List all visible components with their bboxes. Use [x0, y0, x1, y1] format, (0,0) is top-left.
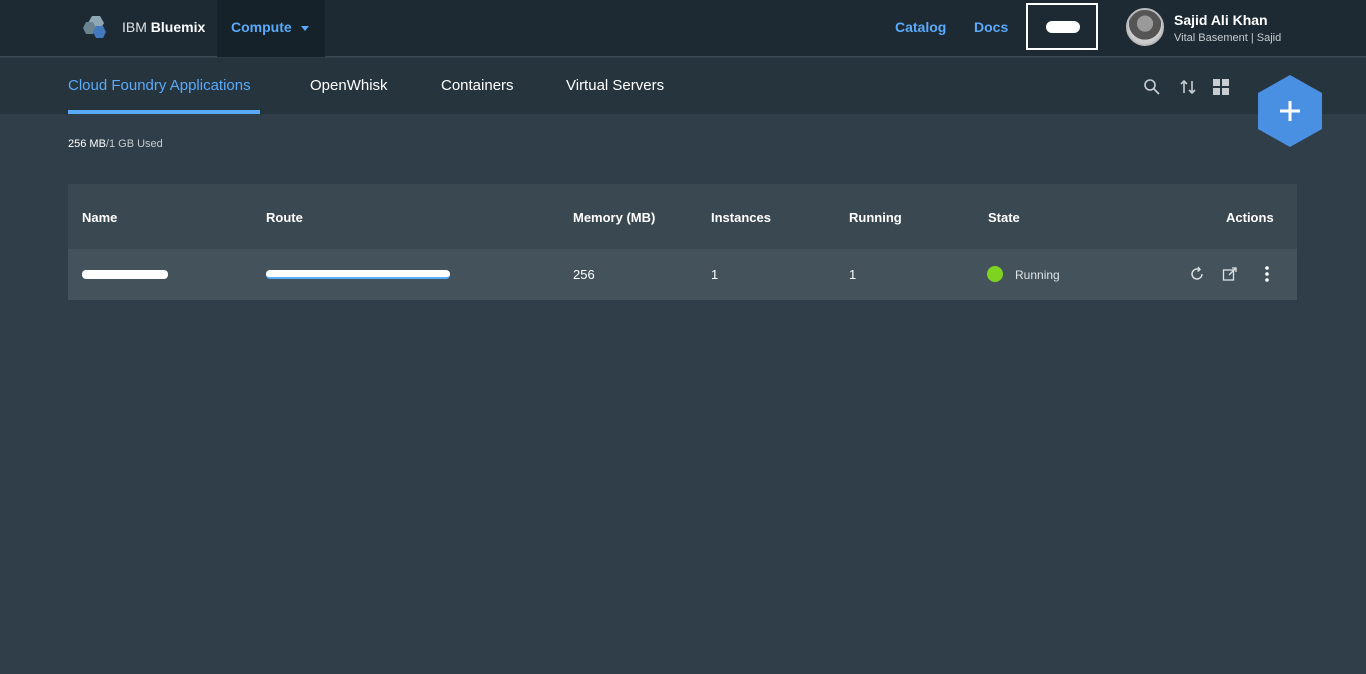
column-header-name[interactable]: Name	[82, 210, 117, 225]
compute-menu-button[interactable]: Compute	[217, 0, 325, 57]
app-state: Running	[1015, 268, 1060, 282]
compute-label: Compute	[231, 19, 292, 35]
app-memory: 256	[573, 267, 595, 282]
column-header-route[interactable]: Route	[266, 210, 303, 225]
create-app-button[interactable]	[1258, 75, 1322, 147]
brand-prefix: IBM	[122, 19, 147, 35]
top-navigation-bar: IBM Bluemix Compute Catalog Docs Sajid A…	[0, 0, 1366, 57]
table-row[interactable]: 256 1 1 Running	[68, 249, 1297, 300]
status-indicator	[987, 266, 1003, 282]
user-name[interactable]: Sajid Ali Khan	[1174, 12, 1268, 28]
open-external-icon[interactable]	[1222, 265, 1238, 283]
redacted-region-label	[1046, 21, 1080, 33]
memory-usage: 256 MB/1 GB Used	[68, 138, 163, 150]
search-icon[interactable]	[1143, 78, 1161, 96]
memory-used: 256 MB	[68, 138, 106, 150]
user-org[interactable]: Vital Basement | Sajid	[1174, 32, 1281, 44]
column-header-memory[interactable]: Memory (MB)	[573, 210, 655, 225]
apps-table: Name Route Memory (MB) Instances Running…	[68, 184, 1297, 300]
tab-openwhisk[interactable]: OpenWhisk	[310, 77, 388, 94]
column-header-instances[interactable]: Instances	[711, 210, 771, 225]
app-running: 1	[849, 267, 857, 282]
table-header: Name Route Memory (MB) Instances Running…	[68, 184, 1297, 249]
grid-view-icon[interactable]	[1212, 78, 1230, 96]
tab-cloud-foundry-applications[interactable]: Cloud Foundry Applications	[68, 77, 251, 94]
compute-tabs-bar: Cloud Foundry Applications OpenWhisk Con…	[0, 58, 1366, 114]
app-instances: 1	[711, 267, 719, 282]
restart-icon[interactable]	[1189, 265, 1205, 283]
brand-product: Bluemix	[150, 19, 206, 35]
chevron-down-icon	[301, 26, 309, 31]
active-tab-indicator	[68, 110, 260, 114]
sort-icon[interactable]	[1179, 78, 1197, 96]
region-selector-button[interactable]	[1026, 3, 1098, 50]
brand-name[interactable]: IBM Bluemix	[122, 19, 205, 35]
bluemix-logo-icon[interactable]	[82, 14, 110, 42]
docs-link[interactable]: Docs	[974, 19, 1008, 35]
tab-virtual-servers[interactable]: Virtual Servers	[566, 77, 664, 94]
memory-total: /1 GB Used	[105, 138, 163, 150]
column-header-running[interactable]: Running	[849, 210, 902, 225]
catalog-link[interactable]: Catalog	[895, 19, 946, 35]
app-route-link[interactable]	[266, 270, 450, 279]
more-vertical-icon[interactable]	[1259, 265, 1275, 283]
column-header-actions: Actions	[1226, 210, 1274, 225]
avatar[interactable]	[1126, 8, 1164, 46]
app-name[interactable]	[82, 270, 168, 279]
column-header-state[interactable]: State	[988, 210, 1020, 225]
tab-containers[interactable]: Containers	[441, 77, 514, 94]
